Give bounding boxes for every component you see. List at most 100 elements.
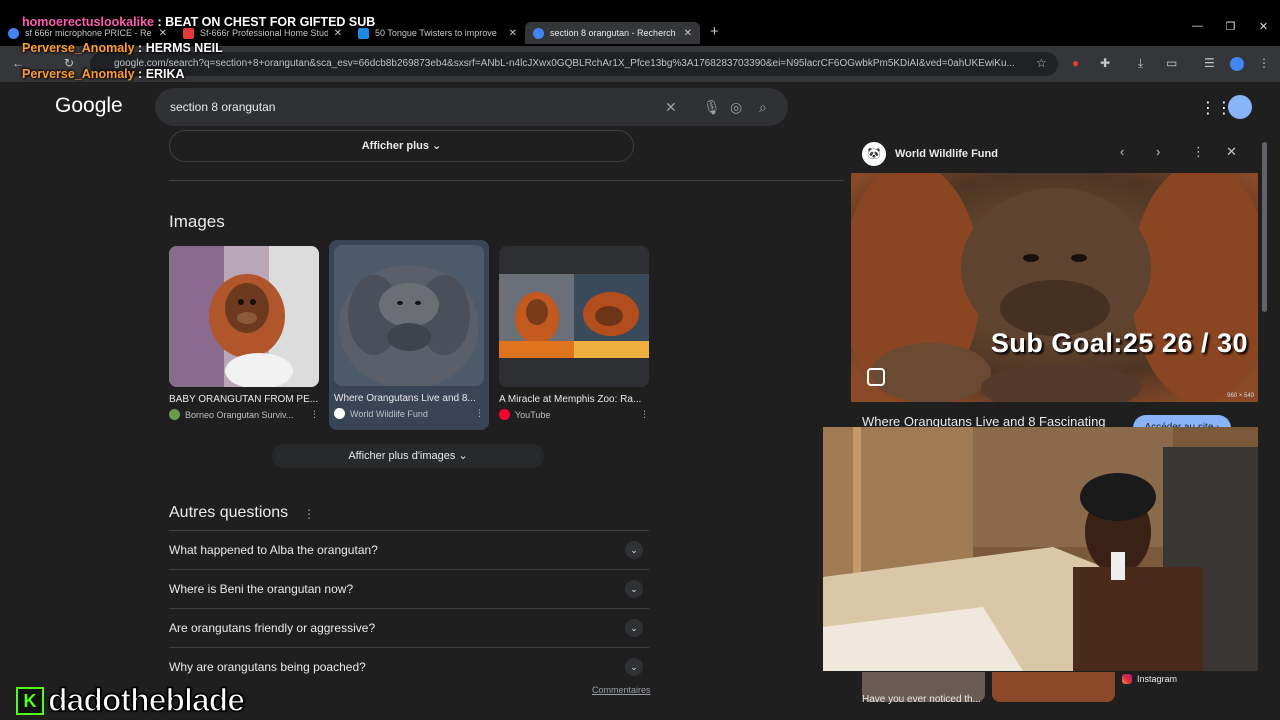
download-icon[interactable]: ⤓: [1138, 56, 1143, 71]
image-caption: Where Orangutans Live and 8...: [334, 393, 476, 404]
tab-title: 50 Tongue Twisters to improve: [375, 28, 497, 38]
cast-icon[interactable]: ▭: [1166, 56, 1177, 70]
profile-avatar[interactable]: [1230, 57, 1244, 71]
chevron-down-icon: ⌄: [458, 450, 468, 462]
instagram-icon: [1122, 674, 1132, 684]
chevron-down-icon[interactable]: ⌄: [625, 619, 643, 637]
search-query: section 8 orangutan: [170, 100, 276, 114]
wwf-favicon-icon: [334, 408, 345, 419]
lens-search-icon[interactable]: [867, 368, 885, 386]
more-options-icon[interactable]: ⋮: [303, 507, 315, 521]
question-text: Are orangutans friendly or aggressive?: [169, 621, 376, 635]
menu-kebab-icon[interactable]: ⋮: [1258, 56, 1270, 70]
chat-message: Perverse_Anomaly : HERMS NEIL: [22, 35, 375, 61]
chat-user: homoerectuslookalike: [22, 15, 154, 29]
new-tab-button[interactable]: +: [700, 22, 729, 44]
image-dimensions: 960 × 540: [1227, 393, 1254, 399]
clear-search-icon[interactable]: ✕: [665, 88, 677, 126]
reading-list-icon[interactable]: ☰: [1204, 56, 1215, 70]
images-heading: Images: [169, 212, 225, 231]
youtube-favicon-icon: [499, 409, 510, 420]
chat-message: Perverse_Anomaly : ERIKA: [22, 61, 375, 87]
close-icon[interactable]: ✕: [1226, 144, 1237, 160]
question-text: What happened to Alba the orangutan?: [169, 543, 378, 557]
related-source: Instagram: [1122, 674, 1177, 684]
image-result-selected[interactable]: Where Orangutans Live and 8... World Wil…: [329, 240, 489, 430]
image-thumbnail[interactable]: [499, 246, 649, 387]
image-source-name: YouTube: [515, 409, 551, 420]
streamer-name: dadotheblade: [47, 681, 246, 719]
webcam-overlay: [823, 427, 1258, 671]
image-source: YouTube ⋮: [499, 409, 649, 420]
image-caption: A Miracle at Memphis Zoo: Ra...: [499, 394, 642, 405]
bookmark-star-icon[interactable]: ☆: [1036, 56, 1047, 70]
restore-icon[interactable]: ❐: [1214, 20, 1247, 33]
more-options-icon[interactable]: ⋮: [310, 409, 319, 420]
question-text: Why are orangutans being poached?: [169, 660, 366, 674]
chat-text: ERIKA: [145, 67, 185, 81]
google-favicon-icon: [533, 27, 544, 39]
preview-header: 🐼 World Wildlife Fund: [862, 142, 998, 166]
question-item[interactable]: Why are orangutans being poached? ⌄: [169, 647, 649, 685]
image-source: Borneo Orangutan Surviv... ⋮: [169, 409, 319, 420]
chat-separator: :: [134, 41, 146, 55]
feedback-link[interactable]: Commentaires: [592, 685, 651, 695]
scrollbar-thumb[interactable]: [1262, 142, 1267, 312]
question-item[interactable]: Are orangutans friendly or aggressive? ⌄: [169, 608, 649, 646]
section-divider: [169, 180, 844, 181]
close-tab-icon[interactable]: ✕: [509, 28, 517, 39]
previous-icon[interactable]: ‹: [1120, 144, 1124, 159]
image-thumbnail[interactable]: [334, 245, 484, 386]
preview-source[interactable]: World Wildlife Fund: [895, 148, 998, 160]
preview-image[interactable]: 960 × 540 Sub Goal:25 26 / 30: [851, 173, 1258, 402]
chat-text: HERMS NEIL: [145, 41, 223, 55]
tab-section-8-orangutan[interactable]: section 8 orangutan - Recherch ✕: [525, 22, 700, 44]
chevron-down-icon[interactable]: ⌄: [625, 658, 643, 676]
next-icon[interactable]: ›: [1156, 144, 1160, 159]
sub-goal-overlay: Sub Goal:25 26 / 30: [990, 328, 1248, 358]
image-result[interactable]: A Miracle at Memphis Zoo: Ra... YouTube ⋮: [499, 246, 649, 420]
google-logo[interactable]: Google: [55, 94, 123, 118]
minimize-icon[interactable]: —: [1181, 20, 1214, 33]
chevron-down-icon[interactable]: ⌄: [625, 580, 643, 598]
chat-user: Perverse_Anomaly: [22, 41, 135, 55]
kick-logo-icon: K: [16, 686, 44, 715]
account-avatar[interactable]: [1228, 95, 1252, 119]
chevron-down-icon[interactable]: ⌄: [625, 541, 643, 559]
lens-icon[interactable]: ◎: [730, 88, 742, 126]
extension-icon[interactable]: ●: [1072, 56, 1079, 70]
streamer-branding: K dadotheblade: [16, 681, 246, 719]
image-thumbnail[interactable]: [169, 246, 319, 387]
google-results-page: Google section 8 orangutan ✕ 🎙 ◎ ⌕ ⋮ ⋮ ⋮ A…: [0, 82, 1280, 720]
tab-title: section 8 orangutan - Recherch: [550, 28, 676, 38]
chat-separator: :: [154, 15, 166, 29]
people-also-ask-heading: Autres questions: [169, 504, 289, 521]
chevron-down-icon: ⌄: [432, 140, 442, 152]
chat-user: Perverse_Anomaly: [22, 67, 135, 81]
extensions-puzzle-icon[interactable]: ✚: [1100, 56, 1110, 70]
question-item[interactable]: Where is Beni the orangutan now? ⌄: [169, 569, 649, 607]
question-text: Where is Beni the orangutan now?: [169, 582, 354, 596]
image-source-name: World Wildlife Fund: [350, 408, 428, 419]
search-icon[interactable]: ⌕: [759, 88, 767, 126]
related-title[interactable]: Have you ever noticed th...: [862, 694, 981, 705]
show-more-images-button[interactable]: Afficher plus d'images ⌄: [272, 444, 544, 468]
related-source-name: Instagram: [1137, 674, 1178, 684]
window-controls: — ❐ ✕: [1181, 20, 1280, 33]
chat-text: BEAT ON CHEST FOR GIFTED SUB: [165, 15, 376, 29]
microphone-icon[interactable]: 🎙: [703, 88, 721, 126]
image-caption: BABY ORANGUTAN FROM PE...: [169, 394, 319, 405]
search-input[interactable]: section 8 orangutan ✕ 🎙 ◎ ⌕: [155, 88, 788, 126]
show-more-button[interactable]: Afficher plus ⌄: [169, 130, 634, 162]
close-tab-icon[interactable]: ✕: [684, 28, 692, 39]
related-image-thumb[interactable]: [992, 672, 1115, 702]
more-options-icon[interactable]: ⋮: [640, 409, 649, 420]
more-options-icon[interactable]: ⋮: [475, 408, 484, 419]
close-window-icon[interactable]: ✕: [1247, 20, 1280, 33]
source-favicon-icon: [169, 409, 180, 420]
more-options-icon[interactable]: ⋮: [1192, 144, 1205, 160]
chat-separator: :: [134, 67, 146, 81]
tab-tongue-twisters[interactable]: 50 Tongue Twisters to improve ✕: [350, 22, 525, 44]
question-item[interactable]: What happened to Alba the orangutan? ⌄: [169, 530, 649, 568]
image-result[interactable]: BABY ORANGUTAN FROM PE... Borneo Orangut…: [169, 246, 319, 420]
